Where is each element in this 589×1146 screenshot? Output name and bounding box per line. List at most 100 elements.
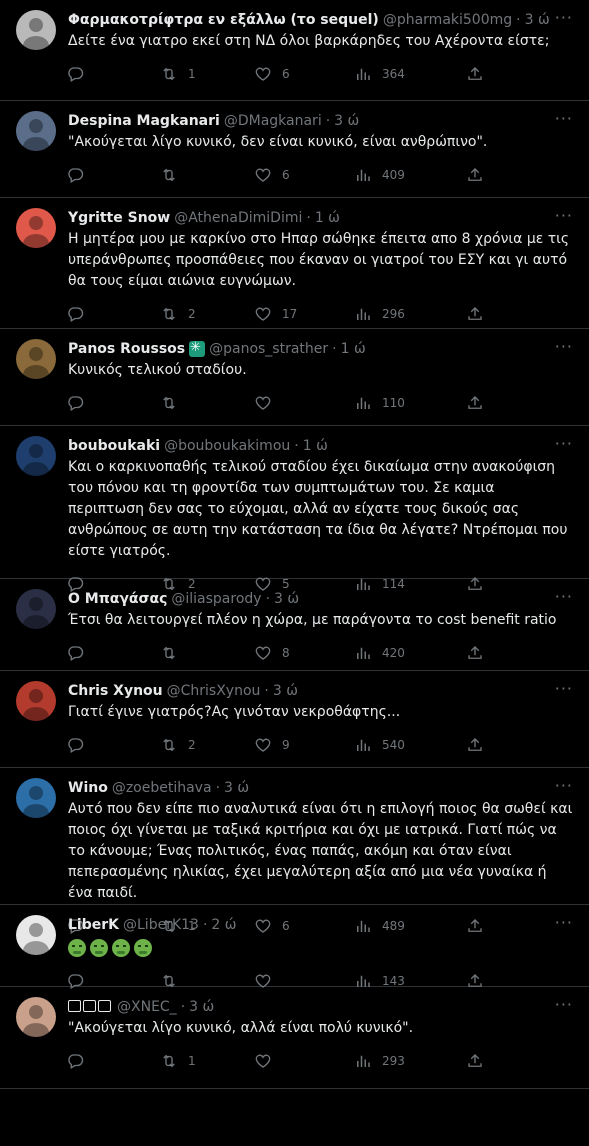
tweet-text: Δείτε ένα γιατρο εκεί στη ΝΔ όλοι βαρκάρ…	[68, 33, 550, 49]
share-button[interactable]	[466, 394, 494, 412]
timestamp[interactable]: 3 ώ	[189, 999, 214, 1015]
tweet[interactable]: Chris Xynou @ChrisXynou · 3 ώ Γιατί έγιν…	[0, 671, 589, 768]
display-name[interactable]: Φαρμακοτρίφτρα εν εξάλλω (το sequel)	[68, 12, 379, 28]
reply-button[interactable]	[66, 65, 94, 83]
more-icon[interactable]: ···	[555, 337, 573, 356]
user-handle[interactable]: @pharmaki500mg	[383, 12, 512, 28]
user-handle[interactable]: @ChrisXynou	[167, 683, 261, 699]
user-handle[interactable]: @AthenaDimiDimi	[174, 210, 302, 226]
reply-button[interactable]	[66, 305, 94, 323]
avatar[interactable]	[16, 339, 56, 379]
like-count: 6	[282, 168, 290, 182]
avatar[interactable]	[16, 915, 56, 955]
views-button[interactable]: 409	[354, 166, 405, 184]
like-button[interactable]	[254, 394, 282, 412]
views-button[interactable]: 110	[354, 394, 405, 412]
like-button[interactable]	[254, 1052, 282, 1070]
views-button[interactable]: 540	[354, 736, 405, 754]
like-button[interactable]: 17	[254, 305, 297, 323]
user-handle[interactable]: @panos_strather	[209, 341, 328, 357]
display-name[interactable]: LiberK	[68, 917, 119, 933]
reply-button[interactable]	[66, 1052, 94, 1070]
reply-button[interactable]	[66, 736, 94, 754]
like-button[interactable]: 6	[254, 65, 290, 83]
user-handle[interactable]: @zoebetihava	[112, 780, 212, 796]
tweet[interactable]: Ο Μπαγάσας @iliasparody · 3 ώ Έτσι θα λε…	[0, 579, 589, 671]
retweet-button[interactable]	[160, 394, 188, 412]
like-button[interactable]: 8	[254, 644, 290, 662]
display-name[interactable]: Ο Μπαγάσας	[68, 591, 167, 607]
timestamp[interactable]: 3 ώ	[525, 12, 550, 28]
user-handle[interactable]: @LiberK13	[123, 917, 199, 933]
tweet[interactable]: Φαρμακοτρίφτρα εν εξάλλω (το sequel) @ph…	[0, 0, 589, 101]
avatar[interactable]	[16, 111, 56, 151]
tweet[interactable]: Despina Magkanari @DMagkanari · 3 ώ "Ακο…	[0, 101, 589, 198]
reply-button[interactable]	[66, 394, 94, 412]
like-button[interactable]: 9	[254, 736, 290, 754]
display-name[interactable]: Chris Xynou	[68, 683, 163, 699]
avatar[interactable]	[16, 589, 56, 629]
tweet-text: "Ακούγεται λίγο κυνικό, δεν είναι κυνικό…	[68, 134, 488, 150]
display-name[interactable]: bouboukaki	[68, 438, 160, 454]
share-icon	[468, 168, 482, 181]
user-handle[interactable]: @DMagkanari	[224, 113, 322, 129]
user-handle[interactable]: @iliasparody	[171, 591, 261, 607]
timestamp[interactable]: 3 ώ	[273, 683, 298, 699]
display-name-symbols[interactable]	[68, 999, 113, 1015]
avatar[interactable]	[16, 436, 56, 476]
timestamp[interactable]: 3 ώ	[274, 591, 299, 607]
more-icon[interactable]: ···	[555, 434, 573, 453]
reply-button[interactable]	[66, 644, 94, 662]
more-icon[interactable]: ···	[555, 679, 573, 698]
retweet-button[interactable]: 1	[160, 65, 196, 83]
tweet[interactable]: Panos Roussos @panos_strather · 1 ώ Κυνι…	[0, 329, 589, 426]
retweet-button[interactable]: 1	[160, 1052, 196, 1070]
more-icon[interactable]: ···	[555, 913, 573, 932]
display-name[interactable]: Panos Roussos	[68, 341, 185, 357]
timestamp[interactable]: 2 ώ	[211, 917, 236, 933]
timestamp[interactable]: 3 ώ	[334, 113, 359, 129]
avatar[interactable]	[16, 997, 56, 1037]
share-button[interactable]	[466, 644, 494, 662]
share-button[interactable]	[466, 1052, 494, 1070]
timestamp[interactable]: 3 ώ	[224, 780, 249, 796]
user-handle[interactable]: @bouboukakimou	[164, 438, 290, 454]
more-icon[interactable]: ···	[555, 587, 573, 606]
tweet[interactable]: bouboukaki @bouboukakimou · 1 ώ Και ο κα…	[0, 426, 589, 592]
display-name[interactable]: Wino	[68, 780, 108, 796]
more-icon[interactable]: ···	[555, 206, 573, 225]
timestamp[interactable]: 1 ώ	[341, 341, 366, 357]
share-button[interactable]	[466, 166, 494, 184]
reply-button[interactable]	[66, 166, 94, 184]
tweet[interactable]: Wino @zoebetihava · 3 ώ Αυτό που δεν είπ…	[0, 768, 589, 934]
avatar[interactable]	[16, 208, 56, 248]
avatar[interactable]	[16, 10, 56, 50]
timestamp[interactable]: 1 ώ	[315, 210, 340, 226]
user-handle[interactable]: @XNEC_	[117, 999, 177, 1015]
views-button[interactable]: 420	[354, 644, 405, 662]
share-button[interactable]	[466, 736, 494, 754]
more-icon[interactable]: ···	[555, 8, 573, 27]
share-button[interactable]	[466, 65, 494, 83]
tweet[interactable]: Ygritte Snow @AthenaDimiDimi · 1 ώ Η μητ…	[0, 198, 589, 329]
more-icon[interactable]: ···	[555, 995, 573, 1014]
views-button[interactable]: 364	[354, 65, 405, 83]
timestamp[interactable]: 1 ώ	[303, 438, 328, 454]
share-button[interactable]	[466, 305, 494, 323]
retweet-button[interactable]	[160, 166, 188, 184]
retweet-button[interactable]	[160, 644, 188, 662]
more-icon[interactable]: ···	[555, 776, 573, 795]
nauseated-face-icon	[112, 939, 130, 957]
more-icon[interactable]: ···	[555, 109, 573, 128]
avatar[interactable]	[16, 681, 56, 721]
avatar[interactable]	[16, 778, 56, 818]
retweet-button[interactable]: 2	[160, 305, 196, 323]
tweet[interactable]: LiberK @LiberK13 · 2 ώ 143 ···	[0, 905, 589, 989]
views-button[interactable]: 296	[354, 305, 405, 323]
display-name[interactable]: Ygritte Snow	[68, 210, 170, 226]
tweet[interactable]: @XNEC_ · 3 ώ "Ακούγεται λίγο κυνικό, αλλ…	[0, 987, 589, 1089]
like-button[interactable]: 6	[254, 166, 290, 184]
display-name[interactable]: Despina Magkanari	[68, 113, 220, 129]
retweet-button[interactable]: 2	[160, 736, 196, 754]
views-button[interactable]: 293	[354, 1052, 405, 1070]
